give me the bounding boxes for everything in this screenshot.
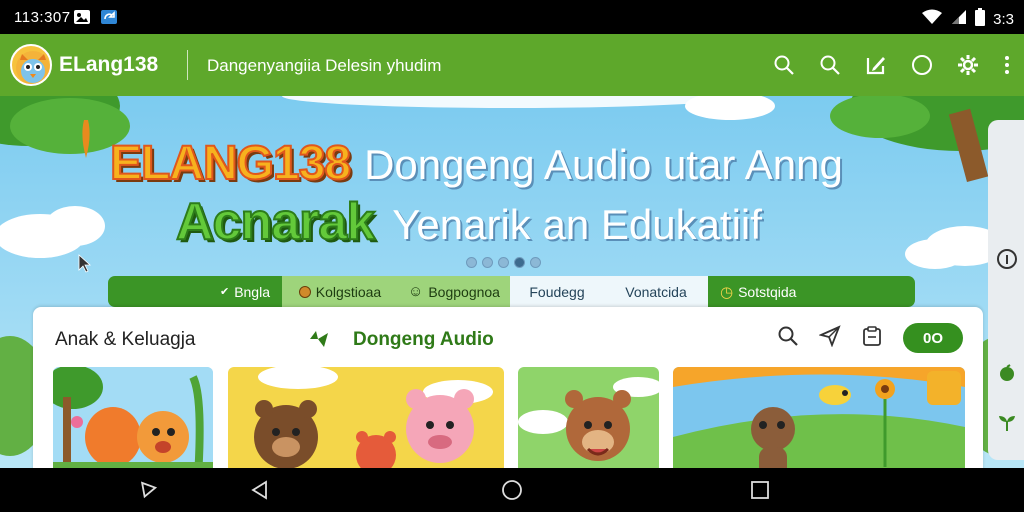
smile-icon: ☺	[408, 283, 424, 300]
side-info-button[interactable]	[996, 248, 1018, 270]
hero-headline-2: Acnarak Yenarik an Edukatiif	[175, 192, 762, 252]
nav-collapse-button[interactable]	[135, 479, 159, 501]
category-tab-label: Sotstqida	[738, 283, 797, 300]
cursor-icon	[78, 254, 92, 273]
hero-brand-word: ELANG138	[109, 136, 352, 191]
battery-icon	[975, 8, 986, 30]
category-tab[interactable]: ☺ Bogpognoa	[398, 276, 510, 307]
photo-notification-icon	[74, 10, 90, 24]
carousel-dot[interactable]	[482, 257, 493, 268]
main-content[interactable]: ELANG138 Dongeng Audio utar Anng Acnarak Y…	[0, 96, 1024, 468]
card-actions: 0O	[777, 323, 963, 353]
category-tab[interactable]: Vonatcida	[604, 276, 708, 307]
hero-line2-text: Yenarik an Edukatiif	[392, 201, 762, 248]
search-icon	[820, 55, 840, 75]
section-title: Anak & Keluagja	[55, 329, 196, 350]
edit-button[interactable]	[860, 49, 892, 81]
home-circle-icon	[502, 480, 522, 500]
recents-square-icon	[751, 481, 769, 499]
category-tab-label: Bngla	[234, 283, 270, 300]
check-icon: ✔	[219, 286, 230, 298]
story-thumbnail-squirrel[interactable]	[53, 367, 213, 468]
category-tab-label: Kolgstioaa	[315, 283, 382, 300]
search-icon	[774, 55, 794, 75]
plant-icon	[999, 416, 1015, 431]
nav-home-button[interactable]	[500, 479, 524, 501]
story-thumbnail-beaver[interactable]	[518, 367, 659, 468]
toggle-pill-button[interactable]: 0O	[903, 323, 963, 353]
category-tab[interactable]: Kolgstioaa	[282, 276, 398, 307]
search-icon[interactable]	[777, 325, 799, 352]
status-clock: 3:3	[993, 10, 1014, 28]
chevron-down-icon	[140, 481, 157, 499]
status-bar: 113:307 3:3	[0, 0, 1024, 34]
story-thumbnail-meadow[interactable]	[673, 367, 965, 468]
carousel-dot[interactable]	[466, 257, 477, 268]
section-subtitle: Dongeng Audio	[353, 329, 494, 350]
appbar-actions	[768, 49, 1016, 81]
status-right: 3:3	[921, 8, 1014, 30]
app-subtitle: Dangenyangiia Delesin yhudim	[207, 56, 442, 75]
category-tab-label: Bogpognoa	[428, 283, 500, 300]
side-panel	[988, 120, 1024, 460]
app-logo[interactable]	[10, 44, 52, 86]
info-icon	[997, 249, 1017, 269]
clock-icon: ◷	[720, 283, 734, 301]
nav-back-button[interactable]	[248, 479, 272, 501]
wifi-icon	[921, 9, 943, 29]
search-button-secondary[interactable]	[814, 49, 846, 81]
navigation-bar	[0, 468, 1024, 512]
leaf-icon	[308, 329, 330, 354]
settings-button[interactable]	[952, 49, 984, 81]
hero-headline-1: ELANG138 Dongeng Audio utar Anng	[109, 136, 843, 191]
tag-icon	[1000, 364, 1014, 381]
category-tab-label: Vonatcida	[625, 283, 687, 300]
carousel-dot[interactable]	[514, 257, 525, 268]
circle-button[interactable]	[906, 49, 938, 81]
category-tab[interactable]: ◷ Sotstqida	[708, 276, 913, 307]
circle-icon	[298, 285, 311, 298]
send-icon[interactable]	[818, 324, 841, 352]
carousel-dot[interactable]	[498, 257, 509, 268]
hero-accent-word: Acnarak	[175, 192, 376, 252]
app-title: ELang138	[59, 53, 159, 76]
carousel-indicator	[466, 257, 541, 268]
back-triangle-icon	[251, 480, 267, 500]
search-button[interactable]	[768, 49, 800, 81]
settings-icon	[958, 55, 978, 75]
nav-recents-button[interactable]	[748, 479, 772, 501]
more-vert-icon	[1005, 56, 1009, 74]
edit-icon	[866, 57, 885, 75]
appbar-divider	[187, 50, 188, 80]
status-time: 113:307	[14, 9, 71, 26]
signal-icon	[951, 9, 967, 29]
hero-line1-text: Dongeng Audio utar Anng	[364, 141, 843, 188]
clipboard-icon[interactable]	[861, 325, 883, 352]
category-tab-label: Foudegg	[529, 283, 585, 300]
category-tab[interactable]: ✔ Bngla	[110, 276, 282, 307]
app-notification-icon	[101, 10, 117, 24]
circle-icon	[912, 55, 932, 75]
side-tag-button[interactable]	[996, 362, 1018, 384]
app-bar: ELang138 Dangenyangiia Delesin yhudim	[0, 34, 1024, 96]
category-tabs: ✔ Bngla Kolgstioaa ☺ Bogpognoa Foudegg Vonatci…	[108, 276, 915, 307]
category-tab[interactable]: Foudegg	[510, 276, 604, 307]
side-plant-button[interactable]	[996, 412, 1018, 434]
story-thumbnail-bears[interactable]	[228, 367, 504, 468]
carousel-dot[interactable]	[530, 257, 541, 268]
more-button[interactable]	[998, 49, 1016, 81]
